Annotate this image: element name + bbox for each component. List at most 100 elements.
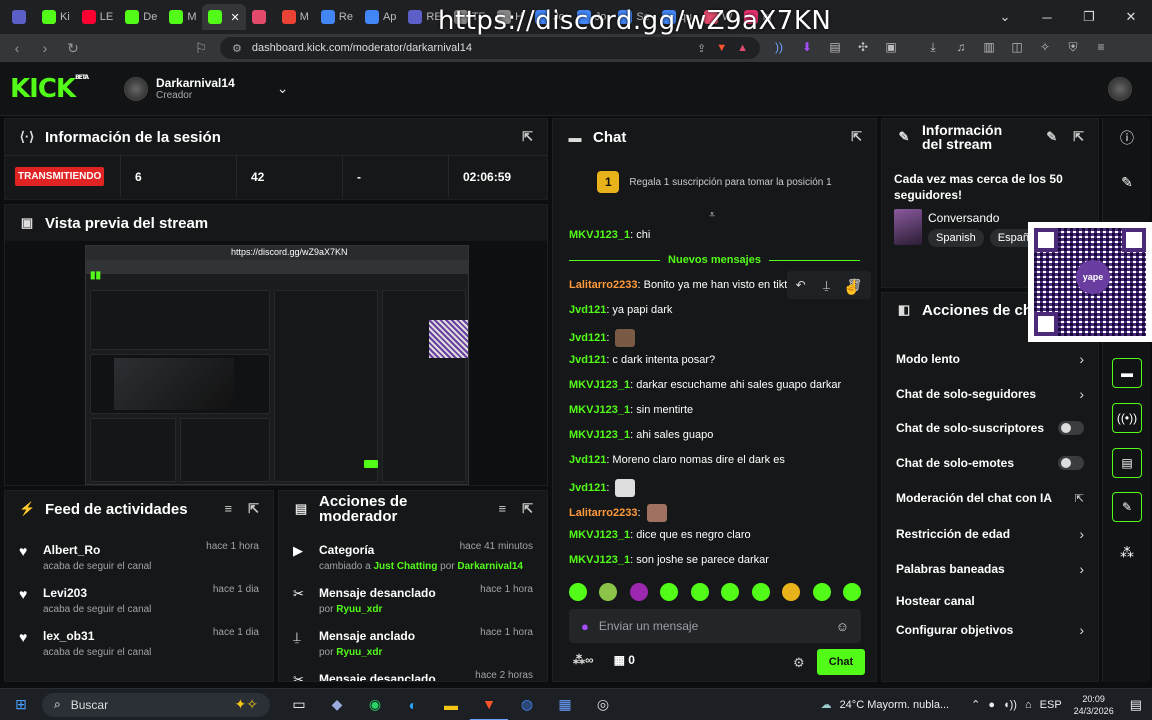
taskbar-app-icon[interactable]: ◆: [318, 689, 356, 720]
brave-rewards-icon[interactable]: ▲: [737, 42, 748, 54]
send-chat-button[interactable]: Chat: [817, 649, 865, 675]
weather-text[interactable]: 24°C Mayorm. nubla...: [840, 699, 950, 711]
stream-preview-video[interactable]: https://discord.gg/wZ9aX7KN ▮▮: [85, 245, 469, 485]
pin-icon[interactable]: ⍊: [823, 278, 830, 293]
popout-icon[interactable]: ⇱: [248, 501, 259, 517]
chat-username[interactable]: Jvd121: [569, 332, 606, 344]
emote-icon[interactable]: [751, 583, 770, 601]
forward-icon[interactable]: ›: [36, 40, 54, 56]
chevron-right-icon[interactable]: ›: [1079, 622, 1084, 638]
emote-icon[interactable]: [782, 583, 801, 601]
emote-icon[interactable]: [690, 583, 709, 601]
kick-logo[interactable]: KICKBETA: [10, 74, 89, 104]
gift-leaderboard[interactable]: 1 Regala 1 suscripción para tomar la pos…: [553, 159, 876, 205]
popout-icon[interactable]: ⇱: [522, 129, 533, 145]
browser-tab[interactable]: Ki: [36, 4, 76, 30]
chat-username[interactable]: Jvd121: [569, 304, 606, 316]
toggle-switch[interactable]: [1058, 456, 1084, 470]
reply-icon[interactable]: ↶: [796, 278, 806, 292]
emote-icon[interactable]: [599, 583, 618, 601]
calculator-icon[interactable]: ▦: [546, 689, 584, 720]
chat-message[interactable]: Lalitarro2233: Bonito ya me han visto en…: [569, 279, 799, 291]
browser-tab[interactable]: De: [119, 4, 163, 30]
popout-icon[interactable]: ⇱: [522, 501, 533, 517]
download-icon[interactable]: ⤓: [924, 40, 942, 56]
task-view-icon[interactable]: ▭: [280, 689, 318, 720]
emote-icon[interactable]: [629, 583, 648, 601]
chat-username[interactable]: Lalitarro2233: [569, 279, 637, 291]
chevron-right-icon[interactable]: ›: [1079, 561, 1084, 577]
chrome-icon[interactable]: ◍: [508, 689, 546, 720]
bookmark-icon[interactable]: ⚐: [192, 40, 210, 57]
channel-points[interactable]: ▦ 0: [614, 653, 635, 667]
activity-user[interactable]: Albert_Ro: [43, 543, 151, 557]
chat-username[interactable]: Jvd121: [569, 354, 606, 366]
chat-input[interactable]: ● Enviar un mensaje ☺: [569, 609, 861, 643]
new-messages-divider[interactable]: Nuevos mensajes: [553, 254, 876, 266]
filter-icon[interactable]: ≡: [225, 501, 233, 517]
chat-message[interactable]: MKVJ123_1: dice que es negro claro: [569, 529, 751, 541]
clock[interactable]: 20:09 24/3/2026: [1074, 693, 1114, 717]
close-tab-icon[interactable]: ✕: [230, 11, 239, 24]
chat-message[interactable]: MKVJ123_1: ahi sales guapo: [569, 429, 713, 441]
sidebar-icon[interactable]: ▥: [980, 40, 998, 56]
chevron-right-icon[interactable]: ›: [1079, 526, 1084, 542]
pencil-icon[interactable]: ✎: [1103, 174, 1151, 191]
browser-tab[interactable]: [246, 4, 276, 30]
menu-icon[interactable]: ≡: [1092, 40, 1110, 56]
chat-action-item[interactable]: Palabras baneadas ›: [896, 561, 1084, 577]
browser-tab[interactable]: LE: [76, 4, 119, 30]
network-icon[interactable]: ⌂: [1025, 699, 1032, 711]
chat-message[interactable]: Jvd121: Moreno claro nomas dire el dark …: [569, 454, 785, 466]
edit-icon[interactable]: ✎: [1046, 129, 1057, 145]
collab-icon[interactable]: ⁂: [1103, 544, 1151, 561]
filter-icon[interactable]: ≡: [499, 501, 507, 517]
emoji-icon[interactable]: ☺: [836, 619, 849, 634]
chat-username[interactable]: MKVJ123_1: [569, 554, 630, 566]
browser-tab[interactable]: M: [163, 4, 202, 30]
chat-action-item[interactable]: Chat de solo-seguidores ›: [896, 386, 1084, 402]
chat-username[interactable]: MKVJ123_1: [569, 379, 630, 391]
emote-icon[interactable]: [842, 583, 861, 601]
language-indicator[interactable]: ESP: [1040, 699, 1062, 711]
brave-icon[interactable]: ▼: [470, 689, 508, 720]
chat-message[interactable]: MKVJ123_1: son joshe se parece darkar: [569, 554, 769, 566]
chat-username[interactable]: MKVJ123_1: [569, 404, 630, 416]
chat-message[interactable]: Jvd121:: [569, 479, 636, 497]
activity-user[interactable]: Levi203: [43, 586, 151, 600]
reload-icon[interactable]: ↻: [64, 40, 82, 57]
sidebar-layout-button[interactable]: ▤: [1103, 448, 1151, 478]
chat-message[interactable]: Jvd121: ya papi dark: [569, 304, 672, 316]
leo-ai-icon[interactable]: ✧: [1036, 40, 1054, 56]
windows-start-icon[interactable]: ⊞: [2, 689, 40, 720]
chevron-down-icon[interactable]: ⌄: [277, 80, 289, 97]
url-field[interactable]: ⚙ dashboard.kick.com/moderator/darkarniv…: [220, 37, 760, 59]
minimize-button[interactable]: ─: [1026, 0, 1068, 34]
popout-icon[interactable]: ⇱: [851, 129, 862, 145]
chevron-right-icon[interactable]: ›: [1079, 351, 1084, 367]
extension-icon[interactable]: )): [770, 40, 788, 56]
tab-search-icon[interactable]: ⌄: [984, 0, 1026, 34]
chat-action-item[interactable]: Restricción de edad ›: [896, 526, 1084, 542]
user-avatar[interactable]: [1108, 76, 1132, 101]
mod-action-user[interactable]: Ryuu_xdr: [336, 604, 382, 615]
browser-tab[interactable]: ✕: [202, 4, 246, 30]
chat-action-item[interactable]: Chat de solo-emotes: [896, 456, 1084, 470]
external-link-icon[interactable]: ⇱: [1075, 492, 1084, 505]
emote-icon[interactable]: [660, 583, 679, 601]
community-icon[interactable]: ⁂∞: [573, 653, 594, 667]
close-window-button[interactable]: ✕: [1110, 0, 1152, 34]
chat-username[interactable]: Jvd121: [569, 482, 606, 494]
chat-action-item[interactable]: Chat de solo-suscriptores: [896, 421, 1084, 435]
restore-button[interactable]: ❐: [1068, 0, 1110, 34]
brave-shields-icon[interactable]: ▼: [716, 42, 727, 54]
whatsapp-icon[interactable]: ◉: [356, 689, 394, 720]
popout-icon[interactable]: ⇱: [1073, 129, 1084, 145]
emote-icon[interactable]: [569, 583, 587, 601]
screenshot-icon[interactable]: ▣: [882, 40, 900, 56]
chat-settings-icon[interactable]: ⚙: [793, 655, 805, 671]
microphone-icon[interactable]: ●: [581, 619, 589, 634]
chat-action-item[interactable]: Moderación del chat con IA ⇱: [896, 491, 1084, 505]
back-icon[interactable]: ‹: [8, 40, 26, 56]
chat-message[interactable]: MKVJ123_1: darkar escuchame ahi sales gu…: [569, 379, 841, 391]
